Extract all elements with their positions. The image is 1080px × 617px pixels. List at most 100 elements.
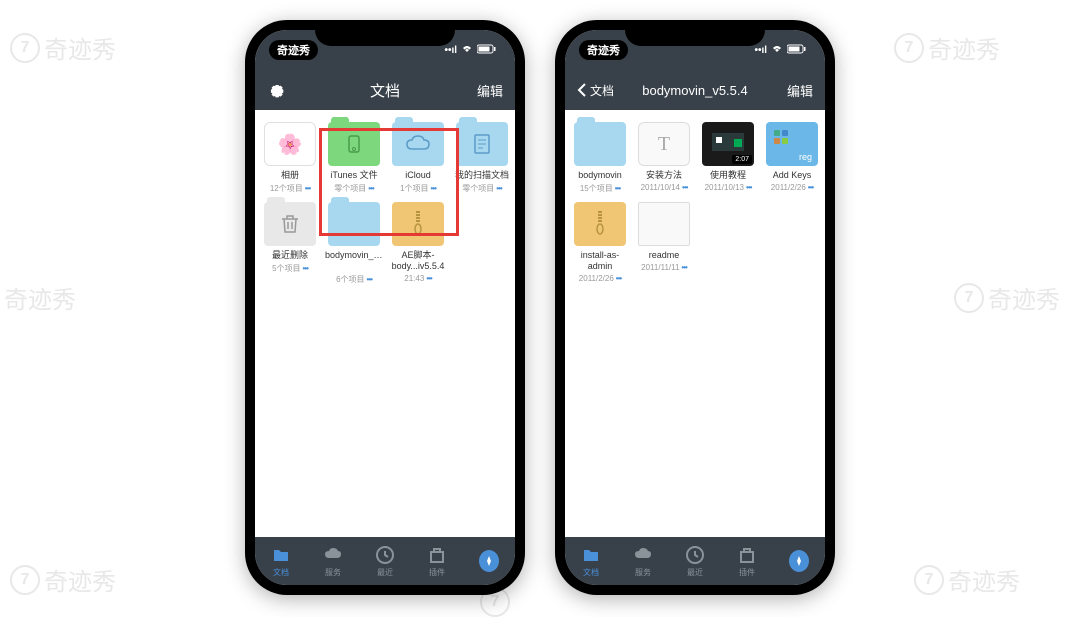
tab-icon (427, 545, 447, 565)
file-meta: 15个项目••• (580, 183, 620, 194)
more-icon[interactable]: ••• (616, 274, 621, 283)
file-meta: 零个项目••• (334, 183, 373, 194)
tab-label: 服务 (325, 567, 341, 578)
file-meta: 2011/10/13••• (705, 183, 752, 192)
tab-icon (789, 551, 809, 571)
signal-icon: ••ıl (444, 45, 457, 56)
file-item[interactable]: readme 2011/11/11••• (633, 200, 695, 285)
file-item[interactable]: iTunes 文件零个项目••• (323, 120, 385, 196)
more-icon[interactable]: ••• (496, 184, 501, 193)
carrier-label: 奇迹秀 (269, 40, 318, 60)
more-icon[interactable]: ••• (305, 184, 310, 193)
file-item[interactable]: iCloud 1个项目••• (387, 120, 449, 196)
compass-icon[interactable] (479, 550, 499, 572)
wifi-icon (771, 44, 783, 57)
file-name: iTunes 文件 (325, 170, 383, 181)
file-item[interactable]: install-as-admin2011/2/26••• (569, 200, 631, 285)
settings-icon[interactable] (267, 81, 285, 99)
tab-最近[interactable]: 最近 (375, 545, 395, 578)
file-name: bodymovin (571, 170, 629, 181)
tab-label: 插件 (739, 567, 755, 578)
file-meta: 12个项目••• (270, 183, 310, 194)
zip-file-icon (574, 202, 626, 246)
text-file-icon (638, 202, 690, 246)
nav-bar: 文档 编辑 (255, 70, 515, 110)
file-item[interactable]: bodymovin_v5.5.4 6个项目••• (323, 200, 385, 287)
status-icons: ••ıl (754, 44, 807, 57)
battery-icon (787, 44, 807, 57)
tab-compass[interactable] (479, 551, 499, 571)
status-bar: 奇迹秀 ••ıl (565, 30, 825, 70)
file-item[interactable]: 我的扫描文档零个项目••• (451, 120, 513, 196)
more-icon[interactable]: ••• (681, 263, 686, 272)
folder-icon (574, 122, 626, 166)
tab-服务[interactable]: 服务 (633, 545, 653, 578)
more-icon[interactable]: ••• (615, 184, 620, 193)
page-title: 文档 (317, 80, 453, 101)
tab-label: 文档 (273, 567, 289, 578)
back-button[interactable]: 文档 (577, 82, 627, 99)
file-name: iCloud (389, 170, 447, 181)
file-item[interactable]: 2:07 使用教程 2011/10/13••• (697, 120, 759, 196)
more-icon[interactable]: ••• (303, 264, 308, 273)
more-icon[interactable]: ••• (746, 183, 751, 192)
tab-label: 插件 (429, 567, 445, 578)
tab-插件[interactable]: 插件 (737, 545, 757, 578)
file-item[interactable]: bodymovin 15个项目••• (569, 120, 631, 196)
file-item[interactable]: reg Add Keys 2011/2/26••• (761, 120, 823, 196)
trash-folder-icon (264, 202, 316, 246)
more-icon[interactable]: ••• (431, 184, 436, 193)
status-bar: 奇迹秀 ••ıl (255, 30, 515, 70)
more-icon[interactable]: ••• (682, 183, 687, 192)
file-grid[interactable]: 🌸 相册 12个项目••• iTunes 文件零个项目••• iCloud 1个项目•••… (255, 110, 515, 537)
tab-文档[interactable]: 文档 (271, 545, 291, 578)
carrier-label: 奇迹秀 (579, 40, 628, 60)
file-item[interactable]: AE脚本-body...iv5.5.421:43••• (387, 200, 449, 287)
file-name: readme (635, 250, 693, 261)
tab-插件[interactable]: 插件 (427, 545, 447, 578)
tab-icon (737, 545, 757, 565)
nav-bar: 文档 bodymovin_v5.5.4 编辑 (565, 70, 825, 110)
file-item[interactable]: 🌸 相册 12个项目••• (259, 120, 321, 196)
photos-icon: 🌸 (264, 122, 316, 166)
page-title: bodymovin_v5.5.4 (627, 83, 763, 98)
edit-button[interactable]: 编辑 (453, 81, 503, 100)
signal-icon: ••ıl (754, 45, 767, 56)
tab-icon (685, 545, 705, 565)
tab-icon (323, 545, 343, 565)
file-meta: 6个项目••• (336, 274, 372, 285)
file-name: bodymovin_v5.5.4 (325, 250, 383, 272)
tab-label: 文档 (583, 567, 599, 578)
tab-最近[interactable]: 最近 (685, 545, 705, 578)
file-item[interactable]: 最近删除5个项目••• (259, 200, 321, 287)
file-name: 我的扫描文档 (453, 170, 511, 181)
tab-icon (375, 545, 395, 565)
file-meta: 2011/10/14••• (641, 183, 688, 192)
reg-file-icon: reg (766, 122, 818, 166)
file-name: 使用教程 (699, 170, 757, 181)
tab-icon (479, 551, 499, 571)
text-file-icon: T (638, 122, 690, 166)
tab-icon (633, 545, 653, 565)
edit-button[interactable]: 编辑 (763, 81, 813, 100)
file-grid[interactable]: bodymovin 15个项目••• T安装方法2011/10/14•••2:07 使… (565, 110, 825, 537)
more-icon[interactable]: ••• (808, 183, 813, 192)
tab-文档[interactable]: 文档 (581, 545, 601, 578)
file-meta: 1个项目••• (400, 183, 436, 194)
compass-icon[interactable] (789, 550, 809, 572)
tab-bar: 文档 服务最近插件 (565, 537, 825, 585)
more-icon[interactable]: ••• (368, 184, 373, 193)
more-icon[interactable]: ••• (367, 275, 372, 284)
more-icon[interactable]: ••• (426, 274, 431, 283)
file-meta: 21:43••• (404, 274, 431, 283)
tab-compass[interactable] (789, 551, 809, 571)
tab-服务[interactable]: 服务 (323, 545, 343, 578)
file-meta: 2011/2/26••• (771, 183, 813, 192)
file-name: Add Keys (763, 170, 821, 181)
file-name: 相册 (261, 170, 319, 181)
file-item[interactable]: T安装方法2011/10/14••• (633, 120, 695, 196)
video-file-icon: 2:07 (702, 122, 754, 166)
file-meta: 2011/11/11••• (641, 263, 687, 272)
zip-file-icon (392, 202, 444, 246)
tab-icon (271, 545, 291, 565)
